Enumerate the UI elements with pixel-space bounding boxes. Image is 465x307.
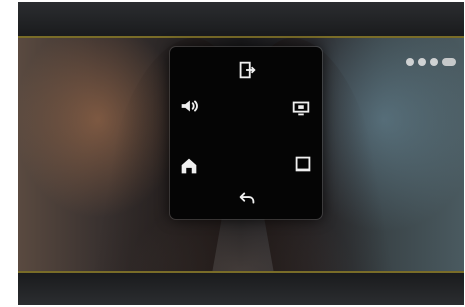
status-icons xyxy=(406,57,462,67)
speaker-icon[interactable] xyxy=(178,95,200,117)
bottom-bar xyxy=(18,273,464,305)
back-icon[interactable] xyxy=(236,187,258,209)
screen-icon[interactable] xyxy=(292,153,314,175)
home-icon[interactable] xyxy=(178,155,200,177)
exit-icon[interactable] xyxy=(236,59,258,81)
status-dot-icon xyxy=(406,58,414,66)
status-pill-icon xyxy=(442,58,456,66)
top-bar xyxy=(18,2,464,36)
status-dot-icon xyxy=(418,58,426,66)
quick-menu xyxy=(170,47,322,219)
display-icon[interactable] xyxy=(290,97,312,119)
status-dot-icon xyxy=(430,58,438,66)
app-frame xyxy=(18,2,464,305)
